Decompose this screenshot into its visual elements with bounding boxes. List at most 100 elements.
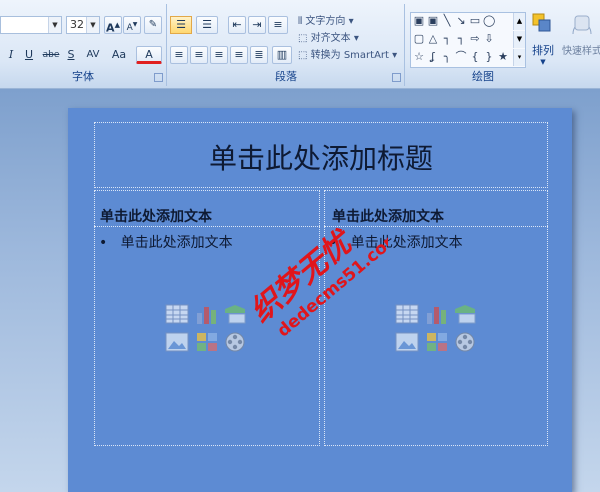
increase-indent-button[interactable]: ⇥ bbox=[248, 16, 266, 34]
insert-smartart-icon[interactable] bbox=[223, 303, 247, 325]
shrink-font-button[interactable]: A▼ bbox=[123, 16, 141, 34]
paragraph-dialog-launcher[interactable] bbox=[392, 73, 401, 82]
quick-styles-icon bbox=[572, 15, 592, 35]
vertical-textbox-shape-icon[interactable]: ▣ bbox=[427, 15, 439, 27]
smartart-icon: ⬚ bbox=[298, 50, 311, 61]
font-size-combo[interactable]: 32 ▼ bbox=[66, 16, 100, 34]
quick-styles-label: 快速样式 bbox=[562, 46, 600, 57]
insert-picture-icon[interactable] bbox=[395, 331, 419, 353]
align-text-label: 对齐文本 bbox=[310, 33, 351, 44]
clear-format-button[interactable]: ✎ bbox=[144, 16, 162, 34]
align-text-button[interactable]: ⬚ 对齐文本 ▾ bbox=[298, 29, 359, 44]
font-group-label: 字体 bbox=[72, 70, 94, 83]
gallery-scroll-up[interactable]: ▲ bbox=[513, 13, 525, 30]
textbox-shape-icon[interactable]: ▣ bbox=[413, 15, 425, 27]
right-content-placeholder[interactable]: • 单击此处添加文本 bbox=[324, 226, 548, 446]
align-left-icon: ≡ bbox=[174, 48, 184, 61]
curve-shape-icon[interactable]: ╮ bbox=[441, 51, 453, 63]
convert-smartart-button[interactable]: ⬚ 转换为 SmartArt ▾ bbox=[298, 46, 397, 61]
arc-shape-icon[interactable]: ⌒ bbox=[455, 51, 467, 63]
numbered-list-icon: ☰ bbox=[202, 18, 212, 31]
insert-smartart-icon[interactable] bbox=[453, 303, 477, 325]
font-name-combo[interactable]: ▼ bbox=[0, 16, 62, 34]
strikethrough-button[interactable]: abe bbox=[40, 46, 62, 64]
text-direction-button[interactable]: ⫴ 文字方向 ▾ bbox=[298, 12, 354, 27]
decrease-indent-button[interactable]: ⇤ bbox=[228, 16, 246, 34]
arrange-button[interactable]: 排列 ▼ bbox=[526, 8, 560, 68]
justify-icon: ≡ bbox=[234, 48, 244, 61]
quick-styles-button[interactable]: 快速样式 bbox=[560, 8, 600, 68]
right-arrow-shape-icon[interactable]: ⇨ bbox=[469, 33, 481, 45]
line-shape-icon[interactable]: ╲ bbox=[441, 15, 453, 27]
chevron-down-icon: ▼ bbox=[540, 58, 546, 66]
left-bullet-text: • 单击此处添加文本 bbox=[99, 235, 233, 251]
left-content-icons bbox=[165, 303, 249, 355]
paragraph-group-label: 段落 bbox=[275, 70, 297, 83]
character-spacing-button[interactable]: AV bbox=[82, 46, 104, 64]
insert-table-icon[interactable] bbox=[395, 303, 419, 325]
slide-canvas[interactable]: 单击此处添加标题 单击此处添加文本 • 单击此处添加文本 单击此处添加文本 • … bbox=[68, 108, 572, 492]
italic-button[interactable]: I bbox=[4, 46, 18, 64]
rectangle-shape-icon[interactable]: ▭ bbox=[469, 15, 481, 27]
insert-table-icon[interactable] bbox=[165, 303, 189, 325]
text-shadow-button[interactable]: S bbox=[64, 46, 78, 64]
bullet-list-icon: ☰ bbox=[176, 18, 186, 31]
right-brace-shape-icon[interactable]: } bbox=[483, 51, 495, 63]
elbow-arrow-shape-icon[interactable]: ┐ bbox=[455, 33, 467, 45]
case-label: Aa bbox=[111, 48, 127, 61]
spacing-label: AV bbox=[86, 49, 100, 60]
star-shape-icon[interactable]: ☆ bbox=[413, 51, 425, 63]
underline-label: U bbox=[24, 48, 34, 61]
triangle-shape-icon[interactable]: △ bbox=[427, 33, 439, 45]
insert-chart-icon[interactable] bbox=[195, 303, 219, 325]
justify-button[interactable]: ≡ bbox=[230, 46, 248, 64]
paragraph-group: ☰ ☰ ⇤ ⇥ ≡ ≡ ≡ ≡ ≡ ≣ ▥ ⫴ 文字方向 ▾ ⬚ 对齐文本 ▾ … bbox=[168, 4, 405, 86]
oval-shape-icon[interactable]: ◯ bbox=[483, 15, 495, 27]
font-color-button[interactable]: A bbox=[136, 46, 162, 64]
gallery-scroll-down[interactable]: ▼ bbox=[513, 31, 525, 48]
left-heading-text: 单击此处添加文本 bbox=[100, 209, 212, 225]
down-arrow-shape-icon[interactable]: ⇩ bbox=[483, 33, 495, 45]
insert-media-icon[interactable] bbox=[223, 331, 247, 353]
insert-clipart-icon[interactable] bbox=[195, 331, 219, 353]
elbow-connector-shape-icon[interactable]: ┐ bbox=[441, 33, 453, 45]
strike-label: abe bbox=[42, 50, 60, 60]
align-right-button[interactable]: ≡ bbox=[210, 46, 228, 64]
freeform-shape-icon[interactable]: ʆ bbox=[427, 51, 439, 63]
align-left-button[interactable]: ≡ bbox=[170, 46, 188, 64]
align-center-button[interactable]: ≡ bbox=[190, 46, 208, 64]
numbering-button[interactable]: ☰ bbox=[196, 16, 218, 34]
insert-clipart-icon[interactable] bbox=[425, 331, 449, 353]
grow-font-label: A bbox=[106, 21, 115, 35]
change-case-button[interactable]: Aa bbox=[108, 46, 130, 64]
distribute-icon: ≣ bbox=[254, 48, 264, 61]
arrange-icon bbox=[532, 13, 551, 32]
chevron-down-icon: ▼ bbox=[86, 17, 99, 33]
font-color-label: A bbox=[145, 48, 153, 61]
left-brace-shape-icon[interactable]: { bbox=[469, 51, 481, 63]
insert-chart-icon[interactable] bbox=[425, 303, 449, 325]
rounded-rect-shape-icon[interactable]: ▢ bbox=[413, 33, 425, 45]
left-content-placeholder[interactable]: • 单击此处添加文本 bbox=[94, 226, 320, 446]
title-placeholder[interactable]: 单击此处添加标题 bbox=[94, 122, 548, 188]
line-spacing-icon: ≡ bbox=[273, 18, 283, 31]
gallery-more[interactable]: ▾ bbox=[513, 49, 525, 66]
underline-button[interactable]: U bbox=[22, 46, 36, 64]
arrow-line-shape-icon[interactable]: ↘ bbox=[455, 15, 467, 27]
align-text-icon: ⬚ bbox=[298, 33, 311, 44]
font-dialog-launcher[interactable] bbox=[154, 73, 163, 82]
left-bullet-label: 单击此处添加文本 bbox=[120, 235, 233, 251]
star5-shape-icon[interactable]: ★ bbox=[497, 51, 509, 63]
columns-button[interactable]: ▥ bbox=[272, 46, 292, 64]
insert-picture-icon[interactable] bbox=[165, 331, 189, 353]
text-direction-label: 文字方向 bbox=[305, 16, 346, 27]
drawing-group: ▣ ▣ ╲ ↘ ▭ ◯ ▢ △ ┐ ┐ ⇨ ⇩ ☆ ʆ ╮ ⌒ { } ★ ▲ … bbox=[406, 4, 600, 86]
insert-media-icon[interactable] bbox=[453, 331, 477, 353]
bullets-button[interactable]: ☰ bbox=[170, 16, 192, 34]
distribute-button[interactable]: ≣ bbox=[250, 46, 268, 64]
font-size-value: 32 bbox=[70, 18, 84, 31]
line-spacing-button[interactable]: ≡ bbox=[268, 16, 288, 34]
grow-font-button[interactable]: A▲ bbox=[104, 16, 122, 35]
right-bullet-text: • 单击此处添加文本 bbox=[329, 235, 463, 251]
columns-icon: ▥ bbox=[276, 48, 288, 61]
